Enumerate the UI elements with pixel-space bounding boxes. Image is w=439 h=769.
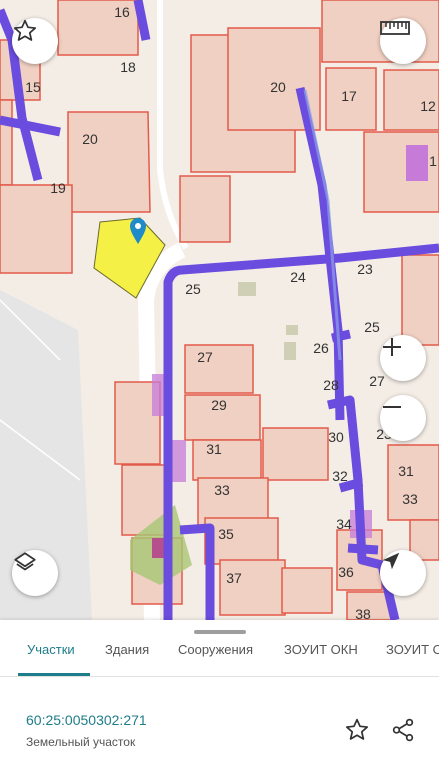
star-icon [345, 718, 369, 740]
parcel-number: 30 [328, 429, 344, 445]
parcel-number: 17 [341, 88, 357, 104]
map-view[interactable]: 16 15 18 20 19 20 17 12 1 25 24 23 25 27… [0, 0, 439, 620]
parcel-number: 20 [270, 79, 286, 95]
parcel-number: 19 [50, 180, 66, 196]
share-button[interactable] [388, 715, 418, 745]
measure-button[interactable] [380, 18, 426, 64]
parcel-number: 15 [25, 79, 41, 95]
parcel-number: 32 [332, 468, 348, 484]
parcel-number: 29 [211, 397, 227, 413]
parcel-number: 16 [114, 4, 130, 20]
favorite-map-button[interactable] [12, 18, 58, 64]
parcel-number: 1 [429, 153, 437, 169]
tab-zouit-okn[interactable]: ЗОУИТ ОКН [284, 642, 358, 657]
tab-structures[interactable]: Сооружения [178, 642, 253, 657]
parcel-number: 31 [206, 441, 222, 457]
ruler-icon [380, 21, 410, 35]
minus-icon [383, 406, 401, 408]
layers-icon [14, 552, 36, 571]
favorite-button[interactable] [342, 715, 372, 745]
layers-button[interactable] [12, 550, 58, 596]
parcel-number: 33 [402, 491, 418, 507]
cadastral-number[interactable]: 60:25:0050302:271 [26, 712, 147, 728]
parcel-number: 28 [323, 377, 339, 393]
share-icon [392, 718, 414, 742]
parcel-number: 27 [369, 373, 385, 389]
parcel-number: 31 [398, 463, 414, 479]
plus-icon [383, 338, 401, 356]
parcel-number: 20 [82, 131, 98, 147]
navigation-arrow-icon [382, 552, 400, 570]
parcel-number: 27 [197, 349, 213, 365]
parcel-number: 24 [290, 269, 306, 285]
parcel-number: 18 [120, 59, 136, 75]
object-type: Земельный участок [26, 735, 136, 749]
tab-bar: Участки Здания Сооружения ЗОУИТ ОКН ЗОУИ… [0, 620, 439, 676]
parcel-info-panel: 60:25:0050302:271 Земельный участок [0, 676, 439, 769]
parcel-number: 35 [218, 526, 234, 542]
parcel-number: 36 [338, 564, 354, 580]
parcel-number: 25 [185, 281, 201, 297]
parcel-number: 26 [313, 340, 329, 356]
tab-buildings[interactable]: Здания [105, 642, 149, 657]
parcel-number: 37 [226, 570, 242, 586]
parcel-number: 25 [364, 319, 380, 335]
tab-zouit-other[interactable]: ЗОУИТ О [386, 642, 439, 657]
parcel-number: 33 [214, 482, 230, 498]
parcel-number: 12 [420, 98, 436, 114]
parcel-number: 38 [355, 606, 371, 620]
parcel-number: 23 [357, 261, 373, 277]
zoom-in-button[interactable] [380, 335, 426, 381]
parcel-number: 34 [336, 516, 352, 532]
zoom-out-button[interactable] [380, 395, 426, 441]
locate-button[interactable] [380, 550, 426, 596]
drag-handle[interactable] [194, 630, 246, 634]
tab-parcels[interactable]: Участки [27, 642, 75, 657]
star-icon [13, 19, 37, 41]
